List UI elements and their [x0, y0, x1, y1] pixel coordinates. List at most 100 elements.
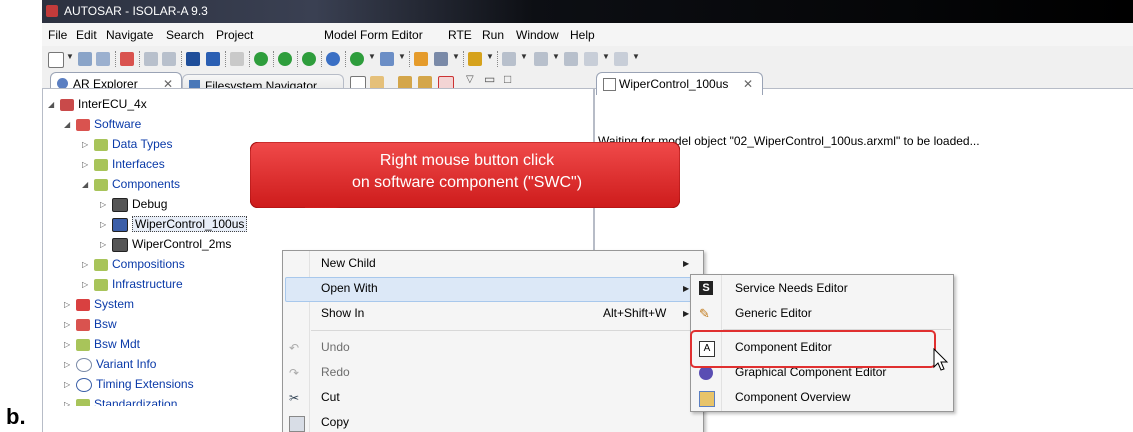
tree-item-components[interactable]: ◢ Components: [82, 174, 180, 194]
expanded-arrow-icon[interactable]: ◢: [82, 175, 94, 195]
last-edit-icon[interactable]: [564, 52, 578, 66]
green-d-icon[interactable]: [254, 52, 268, 66]
menu-run[interactable]: Run: [482, 28, 504, 42]
collapsed-arrow-icon[interactable]: ▷: [100, 235, 112, 255]
collapsed-arrow-icon[interactable]: ▷: [82, 135, 94, 155]
dropdown-arrow-icon[interactable]: ▼: [486, 52, 494, 61]
tree-item-bsw-mdt[interactable]: ▷ Bsw Mdt: [64, 334, 140, 354]
view-menu-icon[interactable]: ▽: [466, 74, 474, 85]
blue-o-icon[interactable]: [326, 52, 340, 66]
menu-window[interactable]: Window: [516, 28, 559, 42]
undo-icon: ↶: [289, 341, 300, 355]
collapsed-arrow-icon[interactable]: ▷: [82, 155, 94, 175]
tree-item-debug[interactable]: ▷ Debug: [100, 194, 167, 214]
dropdown-arrow-icon[interactable]: ▼: [452, 52, 460, 61]
service-needs-icon: S: [699, 281, 713, 295]
dropdown-arrow-icon[interactable]: ▼: [552, 52, 560, 61]
menu-edit[interactable]: Edit: [76, 28, 97, 42]
rte-build-icon[interactable]: [206, 52, 220, 66]
dropdown-arrow-icon[interactable]: ▼: [602, 52, 610, 61]
close-icon[interactable]: ✕: [743, 77, 753, 91]
tab-wiper-editor[interactable]: WiperControl_100us ✕: [596, 72, 763, 95]
tree-item-bsw[interactable]: ▷ Bsw: [64, 314, 117, 334]
folder-icon: [94, 138, 108, 151]
menu-separator: [311, 330, 699, 331]
maximize-icon[interactable]: □: [504, 72, 511, 86]
menu-bar: File Edit Navigate Search Project Model …: [42, 23, 1133, 46]
open-folder-icon[interactable]: [414, 52, 428, 66]
debug-icon[interactable]: [380, 52, 394, 66]
app-icon: [46, 5, 58, 17]
minimize-icon[interactable]: ▭: [484, 72, 495, 86]
menu-item-redo[interactable]: Redo: [321, 360, 350, 385]
toolbar-separator: [463, 51, 465, 67]
menu-navigate[interactable]: Navigate: [106, 28, 153, 42]
menu-item-new-child[interactable]: New Child: [321, 251, 376, 276]
overview-icon: [699, 391, 715, 407]
pen-icon[interactable]: [434, 52, 448, 66]
menu-search[interactable]: Search: [166, 28, 204, 42]
tree-item-interfaces[interactable]: ▷ Interfaces: [82, 154, 165, 174]
menu-item-open-with[interactable]: Open With: [321, 276, 378, 301]
tree-item-wiper-100us[interactable]: ▷ WiperControl_100us: [100, 214, 248, 235]
collapsed-arrow-icon[interactable]: ▷: [64, 315, 76, 335]
menu-item-cut[interactable]: Cut: [321, 385, 340, 410]
collapsed-arrow-icon[interactable]: ▷: [82, 255, 94, 275]
run-icon[interactable]: [350, 52, 364, 66]
dropdown-arrow-icon[interactable]: ▼: [520, 52, 528, 61]
collapsed-arrow-icon[interactable]: ▷: [64, 355, 76, 375]
tree-item-system[interactable]: ▷ System: [64, 294, 134, 314]
tree-item-root[interactable]: ◢ InterECU_4x: [48, 94, 147, 114]
green-c-icon[interactable]: [302, 52, 316, 66]
next-annotation-icon[interactable]: [502, 52, 516, 66]
menu-rte[interactable]: RTE: [448, 28, 472, 42]
dropdown-arrow-icon[interactable]: ▼: [66, 52, 74, 61]
annotation-icon[interactable]: [468, 52, 482, 66]
back-icon[interactable]: [584, 52, 598, 66]
tree-item-variant-info[interactable]: ▷ Variant Info: [64, 354, 156, 374]
folder-icon: [94, 258, 108, 271]
menu-item-component-overview[interactable]: Component Overview: [735, 385, 850, 410]
tree-item-timing-extensions[interactable]: ▷ Timing Extensions: [64, 374, 194, 394]
collapsed-arrow-icon[interactable]: ▷: [64, 335, 76, 355]
tree-item-software[interactable]: ◢ Software: [64, 114, 141, 134]
wizard-icon[interactable]: [120, 52, 134, 66]
menu-item-service-needs-editor[interactable]: Service Needs Editor: [735, 276, 848, 301]
collapsed-arrow-icon[interactable]: ▷: [100, 215, 112, 235]
green-e-icon[interactable]: [278, 52, 292, 66]
collapsed-arrow-icon[interactable]: ▷: [100, 195, 112, 215]
folder-icon: [76, 398, 90, 406]
tree-item-wiper-2ms[interactable]: ▷ WiperControl_2ms: [100, 234, 231, 254]
save-all-icon[interactable]: [96, 52, 110, 66]
expanded-arrow-icon[interactable]: ◢: [48, 95, 60, 115]
prev-annotation-icon[interactable]: [534, 52, 548, 66]
forward-icon[interactable]: [614, 52, 628, 66]
undo-icon[interactable]: [144, 52, 158, 66]
collapsed-arrow-icon[interactable]: ▷: [64, 295, 76, 315]
tree-item-compositions[interactable]: ▷ Compositions: [82, 254, 185, 274]
tree-item-standardization[interactable]: ▷ Standardization: [64, 394, 177, 406]
dropdown-arrow-icon[interactable]: ▼: [368, 52, 376, 61]
menu-model-form-editor[interactable]: Model Form Editor: [324, 28, 423, 42]
menu-help[interactable]: Help: [570, 28, 595, 42]
tree-item-data-types[interactable]: ▷ Data Types: [82, 134, 172, 154]
dropdown-arrow-icon[interactable]: ▼: [398, 52, 406, 61]
rte-icon[interactable]: [186, 52, 200, 66]
menu-item-generic-editor[interactable]: Generic Editor: [735, 301, 812, 326]
tool-icon[interactable]: [230, 52, 244, 66]
menu-project[interactable]: Project: [216, 28, 253, 42]
dropdown-arrow-icon[interactable]: ▼: [632, 52, 640, 61]
collapsed-arrow-icon[interactable]: ▷: [82, 275, 94, 295]
pencil-icon: ✎: [699, 306, 710, 321]
collapsed-arrow-icon[interactable]: ▷: [64, 395, 76, 406]
expanded-arrow-icon[interactable]: ◢: [64, 115, 76, 135]
menu-item-show-in[interactable]: Show In: [321, 301, 364, 326]
new-file-icon[interactable]: [48, 52, 64, 68]
tree-item-infrastructure[interactable]: ▷ Infrastructure: [82, 274, 183, 294]
menu-item-undo[interactable]: Undo: [321, 335, 350, 360]
save-icon[interactable]: [78, 52, 92, 66]
collapsed-arrow-icon[interactable]: ▷: [64, 375, 76, 395]
menu-item-copy[interactable]: Copy: [321, 410, 349, 432]
redo-icon[interactable]: [162, 52, 176, 66]
menu-file[interactable]: File: [48, 28, 67, 42]
